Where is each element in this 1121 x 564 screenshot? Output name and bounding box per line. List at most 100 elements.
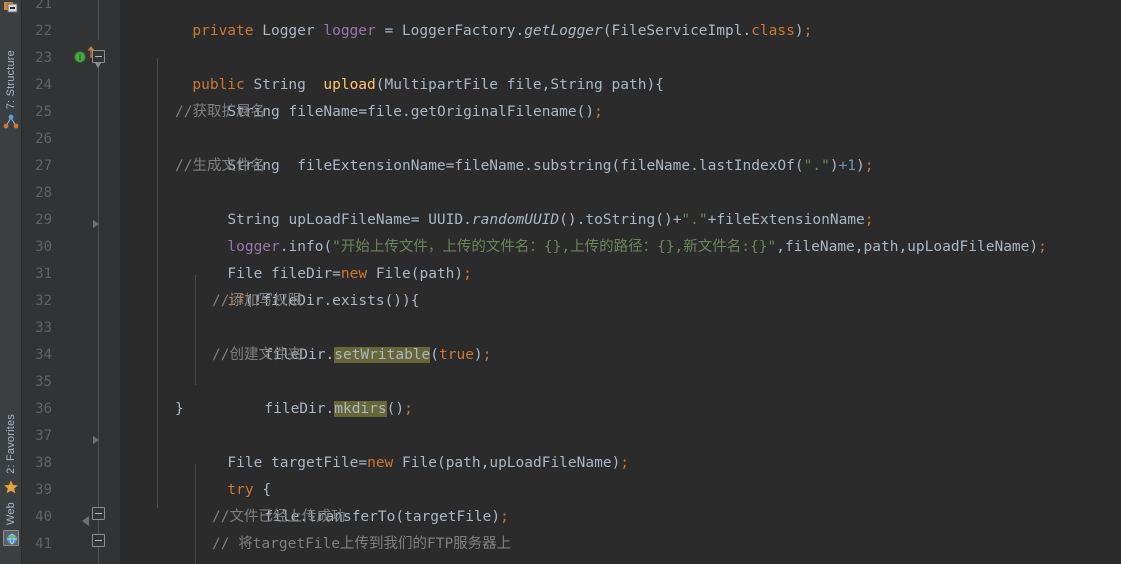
line-number: 22 [35,23,52,39]
token-keyword: class [751,23,795,39]
token-paren: ( [436,455,446,471]
svg-text:I: I [79,53,82,62]
line-number: 27 [35,158,52,174]
token-method: getOriginalFilename [410,104,577,120]
token-comma: , [898,239,908,255]
token-string: "." [803,158,830,174]
code-line-21: private Logger logger = LoggerFactory.ge… [140,0,812,39]
token-variable: path [419,266,455,282]
line-number: 38 [35,455,52,471]
fold-expand-arrow[interactable] [93,436,99,444]
token-paren: ( [602,23,612,39]
token-variable: upLoadFileName [489,455,612,471]
token-dot: . [515,23,525,39]
code-line-31: if(!fileDir.exists()){ [175,261,419,309]
line-number: 21 [35,0,52,12]
code-line-26: String fileExtensionName=fileName.substr… [227,158,874,174]
token-dot: . [742,23,752,39]
token-semicolon: ; [404,401,413,417]
line-number: 32 [35,293,52,309]
editor-gutter[interactable]: 21 22 23 24 25 26 27 28 29 30 31 32 33 3… [22,0,120,564]
token-variable: file [367,104,403,120]
token-paren: ) [473,347,483,363]
code-line-39: file.transferTo(targetFile); [212,477,508,525]
implementing-method-icon[interactable]: I [74,48,86,67]
line-number: 39 [35,482,52,498]
gutter-marks: 21 22 23 24 25 26 27 28 29 30 31 32 33 3… [22,0,120,564]
token-paren: ) [1029,239,1039,255]
token-dot: . [325,347,335,363]
token-type: File [402,455,437,471]
token-method: exists [332,293,385,309]
token-dot: . [323,293,333,309]
line-number: 30 [35,239,52,255]
token-method: substring [532,158,612,174]
line-number: 35 [35,374,52,390]
token-semicolon: ; [594,104,603,120]
token-paren: ( [794,158,804,174]
token-variable: path [863,239,899,255]
token-comma: , [854,239,864,255]
token-field: logger [323,23,376,39]
token-brace: { [410,293,420,309]
token-paren: ) [402,293,411,309]
code-line-23: public String upload(MultipartFile file,… [140,45,664,93]
token-semicolon: ; [463,266,472,282]
token-semicolon: ; [482,347,492,363]
token-paren: ) [646,77,656,93]
line-number: 41 [35,536,52,552]
token-method: lastIndexOf [698,158,795,174]
code-line-34: //创建文件夹 [212,347,302,363]
token-paren: ) [829,158,839,174]
token-paren: ) [611,455,621,471]
line-number: 24 [35,77,52,93]
code-line-36: } [175,401,184,417]
token-variable: targetFile [404,509,492,525]
code-line-25: //获取扩展名 [175,104,265,120]
token-paren: ) [491,509,501,525]
fold-toggle-method[interactable] [92,50,105,63]
token-paren: ( [611,158,621,174]
fold-toggle-comment[interactable] [92,534,105,547]
code-line-27: //生成文件名 [175,158,265,174]
code-line-24: String fileName=file.getOriginalFilename… [227,104,603,120]
search-match-setwritable: setWritable [334,347,431,363]
line-number: 34 [35,347,52,363]
token-variable: fileName [620,158,691,174]
token-semicolon: ; [803,23,813,39]
code-line-28: String upLoadFileName= UUID.randomUUID()… [227,212,874,228]
line-number: 40 [35,509,52,525]
fold-collapse-arrow[interactable] [82,516,89,526]
token-paren: ( [384,293,394,309]
token-variable: upLoadFileName [907,239,1030,255]
line-number: 25 [35,104,52,120]
token-variable: fileName [288,104,359,120]
line-number: 33 [35,320,52,336]
code-line-35: fileDir.mkdirs(); [212,369,413,417]
token-variable: fileDir [264,401,326,417]
code-line-37: File targetFile=new File(path,upLoadFile… [227,455,630,471]
token-number: +1 [838,158,857,174]
token-operator: = [375,23,402,39]
code-line-33: fileDir.setWritable(true); [212,315,491,363]
token-param: path [611,77,647,93]
token-variable: targetFile [271,455,359,471]
token-paren: ) [395,401,405,417]
line-number: 26 [35,131,52,147]
token-paren: ) [454,266,464,282]
line-number: 36 [35,401,52,417]
fold-expand-arrow[interactable] [93,220,99,228]
token-dot: . [524,158,533,174]
token-semicolon: ; [500,509,509,525]
token-semicolon: ; [864,158,874,174]
code-line-29: logger.info("开始上传文件，上传的文件名：{},上传的路径：{},新… [175,207,1046,255]
code-editor-area[interactable]: private Logger logger = LoggerFactory.ge… [120,0,1121,564]
code-line-30: File fileDir=new File(path); [227,266,472,282]
code-line-42: FTPUtil.uploadFile(Lists.newArrayList(ta… [212,558,710,564]
token-variable: fileExtensionName [297,158,446,174]
fold-region-line [98,520,99,534]
fold-toggle-comment[interactable] [92,507,105,520]
token-type: Logger [262,23,315,39]
token-type: FileServiceImpl [611,23,743,39]
line-number: 23 [35,50,52,66]
